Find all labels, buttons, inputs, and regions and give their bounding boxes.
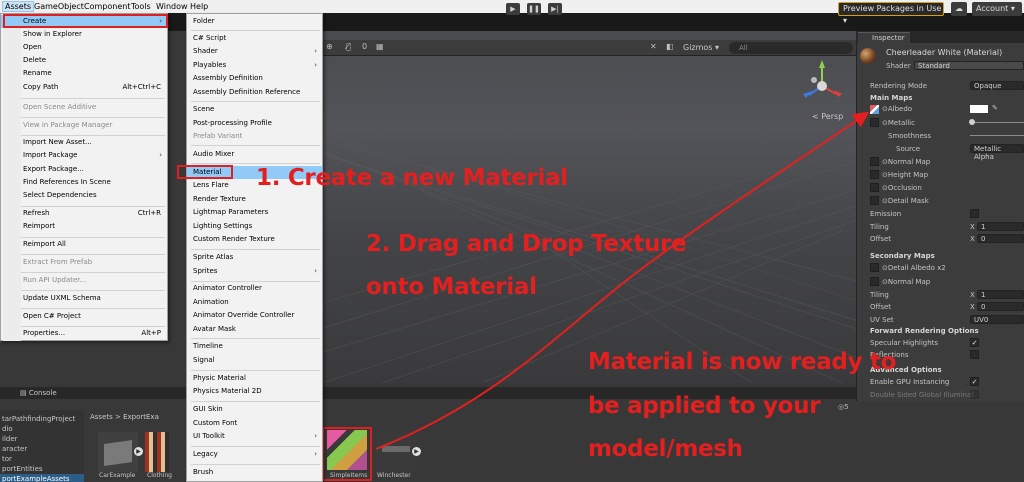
annotation-step-2-line-1: 2. Drag and Drop Texture xyxy=(366,231,687,257)
annotation-step-3-line-2: be applied to your xyxy=(588,393,821,419)
annotation-step-2-line-2: onto Material xyxy=(366,274,537,300)
annotation-step-3-line-3: model/mesh xyxy=(588,436,743,462)
annotation-step-3-line-1: Material is now ready to xyxy=(588,349,897,375)
annotation-step-1: 1. Create a new Material xyxy=(256,165,568,191)
